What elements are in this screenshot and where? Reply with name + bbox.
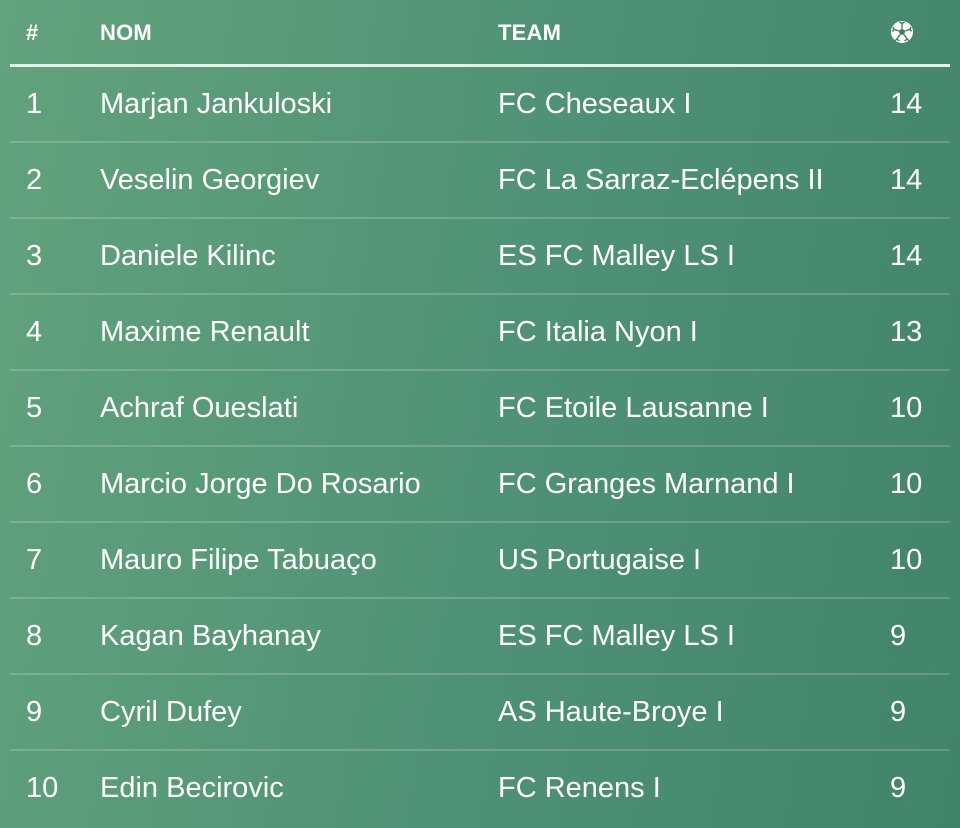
rank-cell: 2	[26, 164, 43, 196]
rank-column-header[interactable]: #	[26, 20, 38, 46]
table-row[interactable]: 5 Achraf Oueslati FC Etoile Lausanne I 10	[10, 371, 950, 447]
goals-cell: 10	[890, 544, 923, 576]
goals-cell: 9	[890, 696, 907, 728]
player-name-cell: Daniele Kilinc	[100, 240, 276, 272]
table-body: 1 Marjan Jankuloski FC Cheseaux I 14 2 Veseli…	[10, 67, 950, 825]
rank-cell: 5	[26, 392, 43, 424]
rank-cell: 7	[26, 544, 43, 576]
team-name-cell: AS Haute-Broye I	[498, 696, 724, 728]
goals-cell: 14	[890, 88, 923, 120]
team-column-header[interactable]: TEAM	[498, 20, 561, 46]
player-name-cell: Kagan Bayhanay	[100, 620, 321, 652]
rank-cell: 8	[26, 620, 43, 652]
goals-cell: 9	[890, 620, 907, 652]
team-name-cell: FC Italia Nyon I	[498, 316, 698, 348]
table-header: # NOM TEAM	[10, 0, 950, 67]
team-name-cell: FC Etoile Lausanne I	[498, 392, 769, 424]
team-name-cell: FC La Sarraz-Eclépens II	[498, 164, 824, 196]
player-name-cell: Marcio Jorge Do Rosario	[100, 468, 421, 500]
goals-cell: 10	[890, 468, 923, 500]
rank-cell: 3	[26, 240, 43, 272]
player-name-cell: Cyril Dufey	[100, 696, 242, 728]
team-name-cell: ES FC Malley LS I	[498, 240, 735, 272]
table-row[interactable]: 4 Maxime Renault FC Italia Nyon I 13	[10, 295, 950, 371]
player-name-cell: Veselin Georgiev	[100, 164, 320, 196]
name-column-header[interactable]: NOM	[100, 20, 152, 46]
goals-cell: 10	[890, 392, 923, 424]
table-row[interactable]: 6 Marcio Jorge Do Rosario FC Granges Marna…	[10, 447, 950, 523]
rank-cell: 9	[26, 696, 43, 728]
table-row[interactable]: 9 Cyril Dufey AS Haute-Broye I 9	[10, 675, 950, 751]
goals-cell: 14	[890, 164, 923, 196]
player-name-cell: Achraf Oueslati	[100, 392, 299, 424]
team-name-cell: ES FC Malley LS I	[498, 620, 735, 652]
goals-cell: 13	[890, 316, 923, 348]
rank-cell: 4	[26, 316, 43, 348]
table-row[interactable]: 2 Veselin Georgiev FC La Sarraz-Eclépens I…	[10, 143, 950, 219]
goals-cell: 9	[890, 772, 907, 804]
table-row[interactable]: 8 Kagan Bayhanay ES FC Malley LS I 9	[10, 599, 950, 675]
scorers-table: # NOM TEAM 1 Marjan Jankuloski FC Cheseaux…	[10, 0, 950, 825]
table-row[interactable]: 7 Mauro Filipe Tabuaço US Portugaise I 10	[10, 523, 950, 599]
player-name-cell: Mauro Filipe Tabuaço	[100, 544, 377, 576]
table-row[interactable]: 3 Daniele Kilinc ES FC Malley LS I 14	[10, 219, 950, 295]
team-name-cell: US Portugaise I	[498, 544, 702, 576]
soccer-ball-icon-svg	[891, 21, 913, 43]
team-name-cell: FC Renens I	[498, 772, 661, 804]
table-row[interactable]: 1 Marjan Jankuloski FC Cheseaux I 14	[10, 67, 950, 143]
rank-cell: 10	[26, 772, 59, 804]
player-name-cell: Marjan Jankuloski	[100, 88, 333, 120]
player-name-cell: Maxime Renault	[100, 316, 310, 348]
rank-cell: 1	[26, 88, 43, 120]
table-row[interactable]: 10 Edin Becirovic FC Renens I 9	[10, 751, 950, 825]
player-name-cell: Edin Becirovic	[100, 772, 284, 804]
team-name-cell: FC Granges Marnand I	[498, 468, 795, 500]
goals-cell: 14	[890, 240, 923, 272]
soccer-ball-icon[interactable]	[890, 20, 914, 44]
rank-cell: 6	[26, 468, 43, 500]
team-name-cell: FC Cheseaux I	[498, 88, 692, 120]
